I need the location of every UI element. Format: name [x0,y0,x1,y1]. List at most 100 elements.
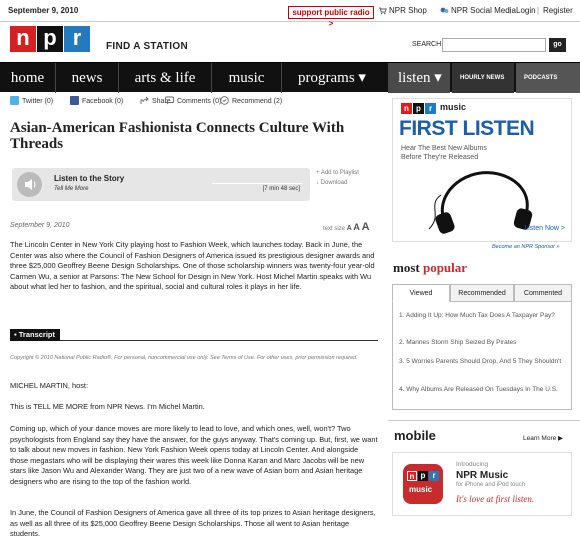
transcript-label: Transcript [18,330,56,339]
support-public-radio-button[interactable]: support public radio > [288,6,374,28]
audio-duration: [7 min 48 sec] [262,186,300,192]
tab-recommended[interactable]: Recommended [450,284,514,302]
first-listen-ad[interactable]: n p r music FIRST LISTEN Hear The Best N… [392,98,572,242]
program-name[interactable]: Tell Me More [54,186,88,192]
speaker-icon [25,179,36,190]
nav-listen[interactable]: listen ▾ [388,63,450,93]
search-input[interactable] [442,38,546,52]
mini-logo-r: r [425,103,436,114]
npr-music-app-icon[interactable]: n p r music [403,464,443,504]
app-icon-label: music [409,485,433,494]
comment-icon [165,96,174,105]
npr-logo[interactable]: n p r [10,26,91,52]
text-size-large[interactable]: A [362,221,370,233]
find-a-station-link[interactable]: FIND A STATION [106,41,188,52]
mini-logo-n: n [401,103,412,114]
play-audio-button[interactable] [17,172,42,197]
logo-letter-p: p [37,26,63,52]
copyright-notice: Copyright © 2010 National Public Radio®.… [10,355,358,361]
nav-arts-life[interactable]: arts & life [119,63,212,93]
most-popular-word-most: most [393,260,420,275]
player-divider [212,183,302,184]
separator: | [509,6,512,15]
comments-label: Comments (0) [177,98,222,105]
utility-bar: September 9, 2010 support public radio >… [0,0,580,28]
text-size-small[interactable]: A [347,225,352,232]
podcasts-label: PODCASTS [524,75,558,81]
recommend-label: Recommend (2) [232,98,283,105]
audio-player: Listen to the Story Tell Me More [7 min … [12,168,310,201]
nav-music[interactable]: music [212,63,282,93]
add-to-playlist-link[interactable]: + Add to Playlist [316,170,359,176]
ad-music-label: music [440,102,467,112]
npr-social-media-link[interactable]: NPR Social Media [440,6,516,15]
facebook-share[interactable]: Facebook (0) [70,96,123,105]
most-popular-word-popular: popular [422,260,468,275]
register-link[interactable]: Register [543,6,573,15]
article-date: September 9, 2010 [10,222,70,229]
twitter-label: Twitter (0) [22,98,54,105]
nav-programs[interactable]: programs ▾ [282,63,382,93]
current-date: September 9, 2010 [8,6,79,15]
app-name: NPR Music [456,470,509,481]
transcript-speaker: MICHEL MARTIN, host: [10,381,89,390]
search-go-button[interactable]: go [549,38,566,52]
login-link[interactable]: Login [516,6,536,15]
most-popular-tabs: Viewed Recommended Commented [392,284,572,302]
logo-letter-n: n [10,26,36,52]
app-icon-logo: n p r [407,471,440,481]
player-actions: + Add to Playlist ↓ Download [316,170,359,190]
most-popular-list: 1. Adding It Up: How Much Tax Does A Tax… [392,302,572,410]
download-link[interactable]: ↓ Download [316,180,359,186]
nav-news[interactable]: news [56,63,119,93]
nav-home[interactable]: home [0,63,56,93]
list-item[interactable]: 4. Why Albums Are Released On Tuesdays I… [399,386,567,395]
nav-podcasts[interactable]: PODCASTS [516,63,580,93]
app-logo-n: n [407,471,417,481]
transcript-tab[interactable]: ▪ Transcript [10,329,61,341]
listen-now-link[interactable]: Listen Now > [524,225,565,232]
app-tagline: It's love at first listen. [456,494,535,504]
twitter-icon [10,96,19,105]
list-item[interactable]: 3. 5 Worries Parents Should Drop, And 5 … [399,358,567,367]
recommend-link[interactable]: Recommend (2) [220,96,282,105]
hourly-news-label: HOURLY NEWS [460,75,505,81]
npr-social-media-label: NPR Social Media [451,6,516,15]
facebook-label: Facebook (0) [82,98,124,105]
transcript-paragraph: In June, the Council of Fashion Designer… [10,508,376,539]
tab-commented[interactable]: Commented [514,284,572,302]
article-title: Asian-American Fashionista Connects Cult… [10,120,345,152]
npr-mini-logo: n p r [401,103,437,114]
learn-more-link[interactable]: Learn More ▶ [523,434,563,442]
listen-to-story-label[interactable]: Listen to the Story [54,174,124,183]
article-summary: The Lincoln Center in New York City play… [10,240,375,292]
most-popular-heading: most popular [393,260,467,276]
search-label: SEARCH [412,41,442,48]
app-logo-r: r [429,471,439,481]
separator: | [537,6,540,15]
add-to-playlist-label: Add to Playlist [320,170,359,176]
transcript-paragraph: This is TELL ME MORE from NPR News. I'm … [10,402,205,411]
become-sponsor-link[interactable]: Become an NPR Sponsor » [492,244,560,250]
mobile-heading: mobile [394,428,436,443]
text-size-label: text size [323,226,346,232]
share-icon [140,96,149,105]
list-item[interactable]: 2. Mannes Storm Ship Seized By Pirates [399,339,567,348]
recommend-icon [220,96,229,105]
app-platform: for iPhone and iPod touch [456,482,526,488]
logo-letter-r: r [64,26,90,52]
introducing-label: Introducing [456,461,489,468]
twitter-share[interactable]: Twitter (0) [10,96,53,105]
npr-shop-link[interactable]: NPR Shop [378,6,427,15]
text-size-medium[interactable]: A [353,222,360,232]
mini-logo-p: p [413,103,424,114]
social-icon [440,6,449,15]
list-item[interactable]: 1. Adding It Up: How Much Tax Does A Tax… [399,312,567,321]
ad-title: FIRST LISTEN [399,117,535,140]
tab-viewed[interactable]: Viewed [392,284,450,302]
nav-hourly-news[interactable]: HOURLY NEWS [452,63,514,93]
ad-subtitle: Hear The Best New Albums Before They're … [401,145,487,161]
text-size-controls: text size A A A [323,221,370,233]
comments-link[interactable]: Comments (0) [165,96,221,105]
download-label: Download [320,180,348,186]
